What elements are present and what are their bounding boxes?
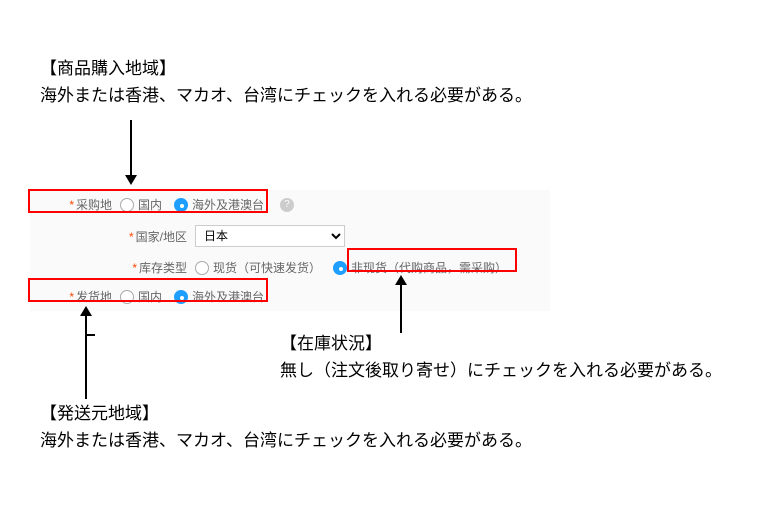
annotation-text: 海外または香港、マカオ、台湾にチェックを入れる必要がある。 xyxy=(40,82,532,109)
radio-label: 国内 xyxy=(138,196,162,213)
arrow-purchase-region xyxy=(130,120,132,175)
radio-label: 海外及港澳台 xyxy=(192,196,264,213)
radio-dot-icon xyxy=(174,198,188,212)
required-marker: * xyxy=(69,198,74,212)
radio-dot-icon xyxy=(333,261,347,275)
row-stock-type: *库存类型 现货（可快速发货） 非现货（代购商品，需采购） xyxy=(30,253,550,282)
required-marker: * xyxy=(129,230,134,244)
annotation-ship-region: 【発送元地域】 海外または香港、マカオ、台湾にチェックを入れる必要がある。 xyxy=(40,400,532,454)
radio-label: 非现货（代购商品，需采购） xyxy=(351,259,507,276)
radio-dot-icon xyxy=(174,290,188,304)
label-stock-type: *库存类型 xyxy=(30,259,195,276)
row-purchase-region: *采购地 国内 海外及港澳台 ? xyxy=(30,190,550,219)
required-marker: * xyxy=(132,261,137,275)
row-ship-region: *发货地 国内 海外及港澳台 xyxy=(30,282,550,311)
radio-dot-icon xyxy=(195,261,209,275)
radio-purchase-domestic[interactable]: 国内 xyxy=(120,196,162,213)
label-ship-region: *发货地 xyxy=(30,288,120,305)
row-country: *国家/地区 日本 xyxy=(30,219,550,253)
radio-group-ship: 国内 海外及港澳台 xyxy=(120,288,272,305)
label-purchase-region: *采购地 xyxy=(30,196,120,213)
radio-stock-notinstock[interactable]: 非现货（代购商品，需采购） xyxy=(333,259,507,276)
annotation-text: 無し（注文後取り寄せ）にチェックを入れる必要がある。 xyxy=(280,357,722,384)
radio-label: 现货（可快速发货） xyxy=(213,259,321,276)
radio-ship-domestic[interactable]: 国内 xyxy=(120,288,162,305)
annotation-title: 【在庫状況】 xyxy=(280,330,722,357)
annotation-title: 【商品購入地域】 xyxy=(40,55,532,82)
radio-label: 国内 xyxy=(138,288,162,305)
annotation-stock-status: 【在庫状況】 無し（注文後取り寄せ）にチェックを入れる必要がある。 xyxy=(280,330,722,384)
required-marker: * xyxy=(69,290,74,304)
select-country[interactable]: 日本 xyxy=(195,225,345,247)
radio-group-stock: 现货（可快速发货） 非现货（代购商品，需采购） xyxy=(195,259,515,276)
help-icon[interactable]: ? xyxy=(280,198,294,212)
radio-dot-icon xyxy=(120,290,134,304)
radio-ship-overseas[interactable]: 海外及港澳台 xyxy=(174,288,264,305)
annotation-text: 海外または香港、マカオ、台湾にチェックを入れる必要がある。 xyxy=(40,427,532,454)
radio-group-purchase: 国内 海外及港澳台 ? xyxy=(120,196,294,213)
label-country: *国家/地区 xyxy=(30,228,195,245)
form-area: *采购地 国内 海外及港澳台 ? *国家/地区 日本 *库存类型 xyxy=(30,190,550,311)
radio-dot-icon xyxy=(120,198,134,212)
annotation-purchase-region: 【商品購入地域】 海外または香港、マカオ、台湾にチェックを入れる必要がある。 xyxy=(40,55,532,109)
radio-purchase-overseas[interactable]: 海外及港澳台 xyxy=(174,196,264,213)
radio-stock-instock[interactable]: 现货（可快速发货） xyxy=(195,259,321,276)
radio-label: 海外及港澳台 xyxy=(192,288,264,305)
annotation-title: 【発送元地域】 xyxy=(40,400,532,427)
